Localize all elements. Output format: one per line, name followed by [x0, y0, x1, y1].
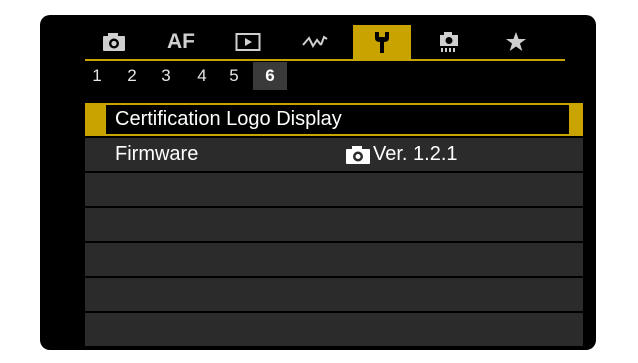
camera-icon [103, 33, 125, 51]
page-6[interactable]: 6 [253, 62, 287, 90]
menu-item-label: Firmware [115, 143, 199, 165]
play-icon [235, 33, 261, 51]
menu-item-empty [85, 243, 583, 276]
camera-icon [346, 145, 370, 164]
star-icon [506, 32, 526, 51]
page-1[interactable]: 1 [80, 62, 114, 90]
menu-item-label: Certification Logo Display [115, 108, 342, 130]
tab-custom-functions[interactable] [420, 25, 478, 59]
wireless-icon [302, 35, 328, 48]
tab-setup[interactable] [353, 25, 411, 59]
tab-underline [85, 59, 565, 61]
tab-shooting[interactable] [85, 25, 143, 59]
menu-item-empty [85, 173, 583, 206]
menu-item-empty [85, 278, 583, 311]
page-2[interactable]: 2 [115, 62, 149, 90]
menu-item-empty [85, 313, 583, 346]
wrench-icon [375, 32, 389, 53]
tab-custom-wireless[interactable] [286, 25, 344, 59]
firmware-version: Ver. 1.2.1 [345, 138, 458, 171]
page-3[interactable]: 3 [149, 62, 183, 90]
tab-af[interactable]: AF [152, 25, 210, 59]
menu-item-certification-logo-display[interactable]: Certification Logo Display [85, 103, 583, 136]
page-4[interactable]: 4 [185, 62, 219, 90]
tab-playback[interactable] [219, 25, 277, 59]
page-5[interactable]: 5 [217, 62, 251, 90]
page-number-row: 1 2 3 4 5 6 [85, 62, 385, 90]
menu-list: Certification Logo Display Firmware Ver.… [85, 103, 583, 348]
tab-af-label: AF [167, 30, 195, 53]
menu-item-empty [85, 208, 583, 241]
firmware-version-text: Ver. 1.2.1 [373, 143, 458, 165]
custom-camera-icon [440, 32, 458, 52]
camera-menu-screen: AF 1 2 3 4 5 6 Certification Logo Displa… [40, 15, 596, 350]
menu-item-firmware[interactable]: Firmware Ver. 1.2.1 [85, 138, 583, 171]
tab-my-menu[interactable] [487, 25, 545, 59]
menu-tab-bar: AF [85, 25, 555, 59]
